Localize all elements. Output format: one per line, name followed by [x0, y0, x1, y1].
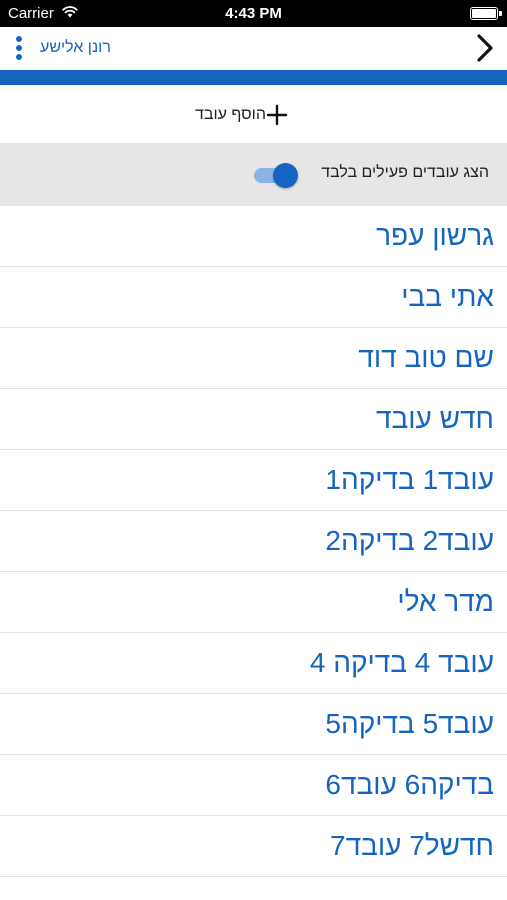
employee-row[interactable]: אתי בבי	[0, 267, 507, 328]
employee-name: עובד5 בדיקה5	[325, 708, 494, 739]
employee-name: גרשון עפר	[376, 220, 494, 251]
employee-row[interactable]: חדשל7 עובד7	[0, 816, 507, 877]
status-bar: Carrier 4:43 PM	[0, 0, 507, 27]
battery-icon	[470, 7, 502, 20]
employee-name: עובד1 בדיקה1	[325, 464, 494, 495]
employee-name: שם טוב דוד	[358, 342, 494, 373]
employee-name: עובד2 בדיקה2	[325, 525, 494, 556]
employee-name: אתי בבי	[401, 281, 494, 312]
employee-row[interactable]: גרשון עפר	[0, 206, 507, 267]
employee-row[interactable]: שם טוב דוד	[0, 328, 507, 389]
employee-row[interactable]: בדיקה6 עובד6	[0, 755, 507, 816]
toggle-knob	[273, 163, 298, 188]
employee-name: מדר אלי	[397, 586, 494, 617]
more-vertical-icon[interactable]	[12, 36, 26, 62]
employee-name: בדיקה6 עובד6	[325, 769, 494, 800]
status-time: 4:43 PM	[225, 5, 282, 22]
employee-row[interactable]: עובד5 בדיקה5	[0, 694, 507, 755]
employee-row[interactable]: מדר אלי	[0, 572, 507, 633]
employee-name: עובד 4 בדיקה 4	[309, 647, 494, 678]
add-employee-label: הוסף עובד	[195, 106, 266, 123]
employee-list: גרשון עפר אתי בבי שם טוב דוד חדש עובד עו…	[0, 206, 507, 877]
header-bar: רונן אלישע	[0, 27, 507, 70]
chevron-right-icon[interactable]	[473, 31, 497, 65]
active-filter-row: הצג עובדים פעילים בלבד	[0, 143, 507, 206]
accent-bar	[0, 70, 507, 85]
add-employee-button[interactable]: הוסף עובד	[195, 102, 297, 128]
active-only-label: הצג עובדים פעילים בלבד	[321, 164, 489, 181]
active-only-toggle[interactable]	[252, 163, 298, 188]
employee-name: חדש עובד	[375, 403, 494, 434]
plus-icon	[266, 104, 288, 126]
add-employee-row: הוסף עובד	[0, 85, 507, 143]
employee-row[interactable]: עובד 4 בדיקה 4	[0, 633, 507, 694]
employee-row[interactable]: עובד2 בדיקה2	[0, 511, 507, 572]
user-name[interactable]: רונן אלישע	[40, 39, 111, 57]
employee-name: חדשל7 עובד7	[329, 830, 494, 861]
employee-row[interactable]: עובד1 בדיקה1	[0, 450, 507, 511]
employee-row[interactable]: חדש עובד	[0, 389, 507, 450]
